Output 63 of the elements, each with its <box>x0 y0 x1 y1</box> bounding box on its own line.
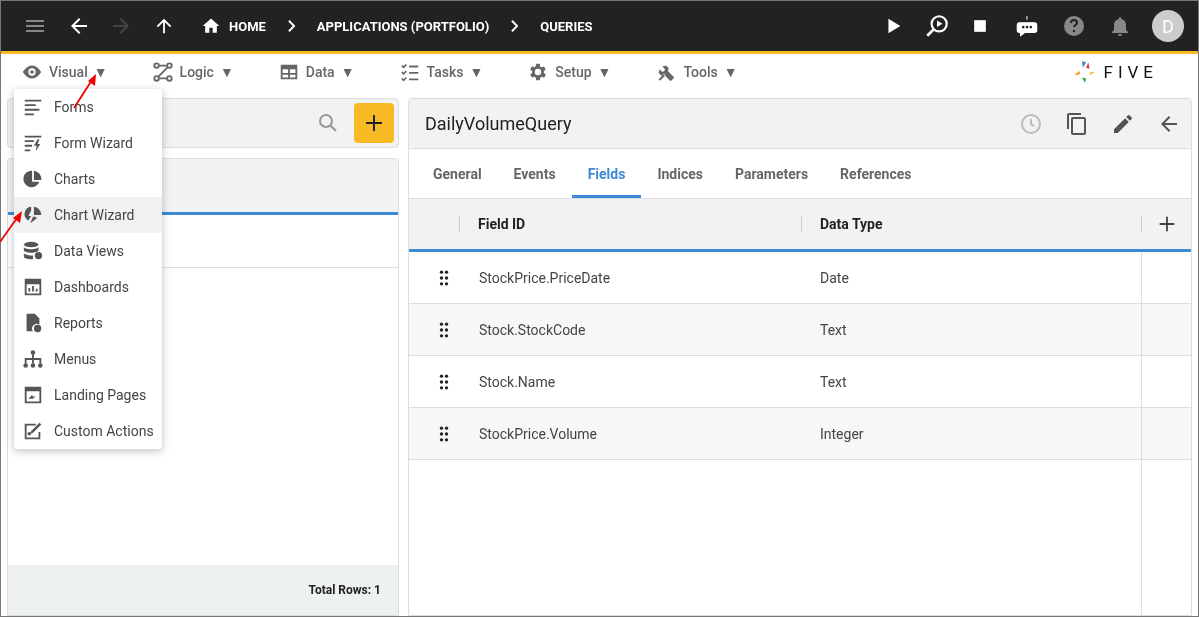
menu-tab[interactable]: Setup ▼ <box>527 61 612 83</box>
chevron-icon <box>287 19 295 32</box>
help-button[interactable] <box>1062 14 1086 38</box>
table-cell: Integer <box>820 425 864 442</box>
add-button[interactable] <box>354 103 394 143</box>
logo-text: FIVE <box>1103 62 1158 82</box>
menu-tab[interactable]: Tools ▼ <box>655 61 738 83</box>
caret-icon: ▼ <box>93 64 108 80</box>
menu-item[interactable]: Landing Pages <box>14 377 162 413</box>
table-cell: Stock.Name <box>479 373 556 390</box>
menu-tab[interactable]: Visual ▼ <box>21 61 108 83</box>
menu-item[interactable]: Chart Wizard <box>14 197 162 233</box>
breadcrumb-link[interactable]: APPLICATIONS (PORTFOLIO) <box>316 18 490 34</box>
database-icon <box>22 240 44 262</box>
sitemap-icon <box>22 348 44 370</box>
table-cell: StockPrice.Volume <box>479 425 597 442</box>
menu-tab[interactable]: Data ▼ <box>277 61 355 83</box>
table-cell: StockPrice.PriceDate <box>479 269 611 286</box>
menu-item[interactable]: Menus <box>14 341 162 377</box>
table-cell: Stock.StockCode <box>479 321 586 338</box>
checklist-icon <box>398 61 421 83</box>
menu-item[interactable]: Dashboards <box>14 269 162 305</box>
home-icon <box>201 16 221 36</box>
tab[interactable]: References <box>824 149 928 198</box>
tab[interactable]: Parameters <box>718 149 825 198</box>
copy-icon <box>1065 111 1089 136</box>
total-rows-text: Total Rows: 1 <box>308 583 381 597</box>
menu-tab[interactable]: Tasks ▼ <box>398 61 484 83</box>
search-play-icon <box>924 13 950 39</box>
record-title: DailyVolumeQuery <box>425 113 572 134</box>
breadcrumb-link[interactable]: QUERIES <box>540 18 593 34</box>
chevron-icon <box>511 19 519 32</box>
caret-icon: ▼ <box>340 64 355 80</box>
browser-icon <box>22 384 44 406</box>
tab[interactable]: General <box>417 149 498 198</box>
tab[interactable]: Events <box>497 149 572 198</box>
table-cell: Date <box>820 269 849 286</box>
copy-button[interactable] <box>1065 111 1089 136</box>
help-icon <box>1062 14 1086 38</box>
menu-tab[interactable]: Logic ▼ <box>151 61 234 83</box>
caret-icon: ▼ <box>219 64 234 80</box>
column-header: Field ID <box>459 216 801 232</box>
table-cell: Text <box>820 321 847 338</box>
table-cell: Text <box>820 373 847 390</box>
caret-icon: ▼ <box>597 64 612 80</box>
edit-form-icon <box>22 420 44 442</box>
dashboard-icon <box>22 276 44 298</box>
debug-button[interactable] <box>924 13 950 39</box>
pie-chart-icon <box>22 168 44 190</box>
caret-icon: ▼ <box>469 64 484 80</box>
menu-item[interactable]: Reports <box>14 305 162 341</box>
menu-item[interactable]: Forms <box>14 89 162 125</box>
chat-bot-button[interactable] <box>1014 13 1040 39</box>
breadcrumb-link[interactable]: HOME <box>201 16 266 36</box>
clock-icon <box>1019 111 1043 136</box>
menu-item[interactable]: Data Views <box>14 233 162 269</box>
tab[interactable]: Indices <box>641 149 719 198</box>
menu-item[interactable]: Form Wizard <box>14 125 162 161</box>
flow-icon <box>151 61 174 83</box>
menu-item[interactable]: Custom Actions <box>14 413 162 449</box>
robot-icon <box>1014 13 1040 39</box>
caret-icon: ▼ <box>723 64 738 80</box>
column-header: Data Type <box>801 216 1141 232</box>
